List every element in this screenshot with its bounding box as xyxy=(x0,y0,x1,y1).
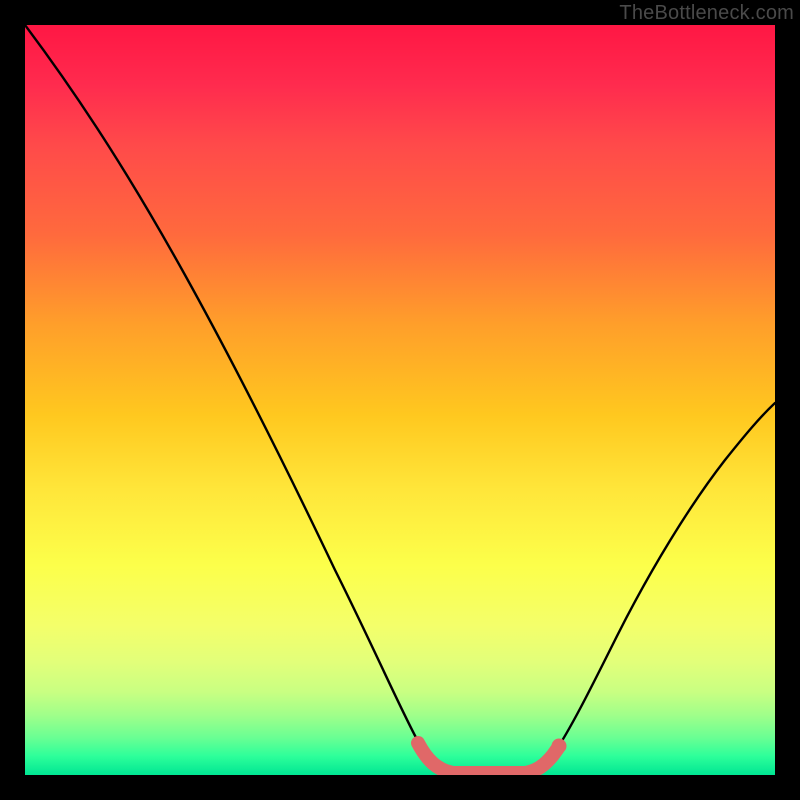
curve-layer xyxy=(25,25,775,775)
plot-area xyxy=(25,25,775,775)
bottleneck-curve xyxy=(25,25,775,773)
chart-frame: TheBottleneck.com xyxy=(0,0,800,800)
watermark-label: TheBottleneck.com xyxy=(619,2,794,25)
highlight-band xyxy=(418,743,558,773)
highlight-end-dot xyxy=(552,739,567,754)
